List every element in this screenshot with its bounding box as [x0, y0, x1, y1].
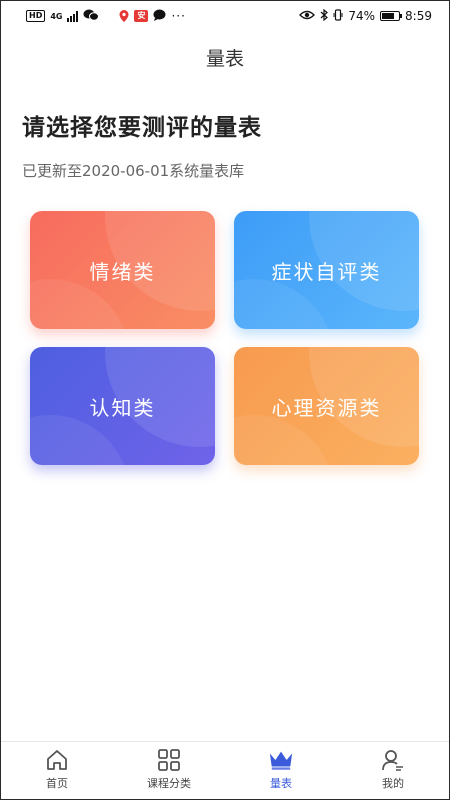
tab-mine[interactable]: 我的: [337, 742, 449, 799]
crown-icon: [268, 748, 294, 772]
status-bar: HD 4G 安 ··· 74% 8:59: [0, 0, 450, 32]
emotion-scale-card[interactable]: 情绪类: [30, 211, 215, 329]
signal-icon: [67, 10, 79, 22]
hd-badge: HD: [26, 10, 46, 22]
status-bar-right: 74% 8:59: [299, 8, 432, 24]
battery-percent: 74%: [348, 9, 376, 23]
psychological-resource-card[interactable]: 心理资源类: [234, 347, 419, 465]
page-title: 量表: [205, 48, 244, 70]
wechat-icon: [83, 9, 100, 24]
bottom-tab-bar: 首页 课程分类 量表 我的: [1, 741, 449, 799]
section-heading: 请选择您要测评的量表: [22, 115, 262, 141]
home-icon: [44, 748, 70, 772]
symptom-self-rating-label: 症状自评类: [271, 259, 382, 284]
grid-icon: [156, 748, 182, 772]
network-type: 4G: [50, 11, 63, 21]
clock: 8:59: [405, 9, 432, 23]
more-notifications-icon: ···: [171, 9, 186, 23]
tab-mine-label: 我的: [382, 777, 404, 790]
tab-home-label: 首页: [46, 777, 68, 790]
user-icon: [380, 748, 406, 772]
emotion-scale-label: 情绪类: [89, 259, 156, 284]
location-app-icon: [119, 10, 129, 22]
tab-home[interactable]: 首页: [1, 742, 113, 799]
psychological-resource-label: 心理资源类: [271, 395, 382, 420]
red-app-icon: 安: [134, 10, 149, 22]
symptom-self-rating-card[interactable]: 症状自评类: [234, 211, 419, 329]
vibrate-icon: [333, 8, 343, 24]
bluetooth-icon: [320, 8, 329, 24]
battery-icon: [380, 11, 403, 21]
cognition-scale-label: 认知类: [89, 395, 156, 420]
library-update-note: 已更新至2020-06-01系统量表库: [22, 162, 245, 180]
cognition-scale-card[interactable]: 认知类: [30, 347, 215, 465]
tab-course-categories-label: 课程分类: [147, 777, 191, 790]
message-icon: [153, 9, 166, 24]
battery-fill: [382, 13, 394, 19]
tab-scales[interactable]: 量表: [225, 742, 337, 799]
status-bar-left: HD 4G 安 ···: [26, 9, 186, 24]
tab-course-categories[interactable]: 课程分类: [113, 742, 225, 799]
eye-icon: [299, 9, 316, 23]
tab-scales-label: 量表: [270, 777, 292, 790]
